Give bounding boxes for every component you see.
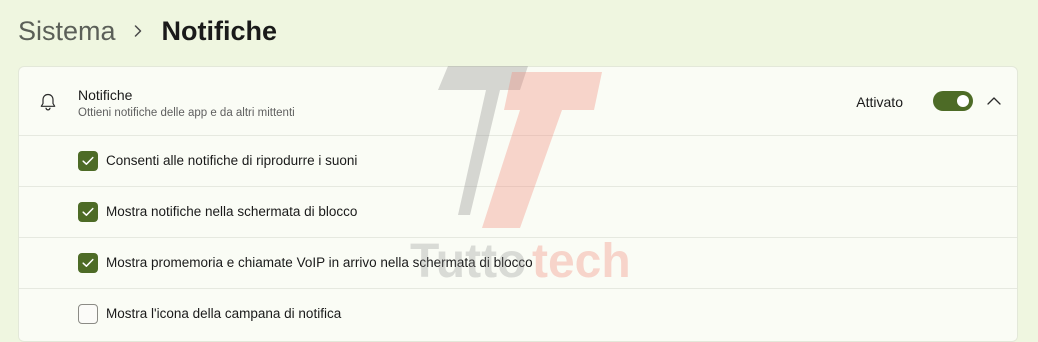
chevron-right-icon (132, 24, 144, 38)
checkbox-unchecked[interactable] (78, 304, 98, 324)
checkmark-icon (82, 207, 94, 217)
chevron-up-icon[interactable] (985, 92, 1003, 110)
option-row: Mostra l'icona della campana di notifica (19, 289, 1017, 340)
option-row: Consenti alle notifiche di riprodurre i … (19, 136, 1017, 187)
toggle-status-label: Attivato (856, 94, 903, 110)
option-row: Mostra promemoria e chiamate VoIP in arr… (19, 238, 1017, 289)
checkbox-checked[interactable] (78, 202, 98, 222)
option-label: Consenti alle notifiche di riprodurre i … (106, 153, 358, 168)
breadcrumb: Sistema Notifiche (18, 12, 277, 50)
notifications-title: Notifiche (78, 87, 133, 103)
option-label: Mostra notifiche nella schermata di bloc… (106, 204, 358, 219)
option-label: Mostra promemoria e chiamate VoIP in arr… (106, 255, 533, 270)
checkbox-checked[interactable] (78, 151, 98, 171)
checkmark-icon (82, 156, 94, 166)
notifications-subtitle: Ottieni notifiche delle app e da altri m… (78, 107, 295, 119)
bell-icon (38, 92, 58, 112)
checkmark-icon (82, 258, 94, 268)
page-title: Notifiche (161, 15, 278, 46)
notifications-card: Notifiche Ottieni notifiche delle app e … (18, 66, 1018, 342)
breadcrumb-parent-sistema[interactable]: Sistema (18, 16, 116, 47)
settings-page: Sistema Notifiche Notifiche Ottieni noti… (0, 0, 1038, 342)
notifications-toggle[interactable] (933, 91, 973, 111)
toggle-knob (957, 95, 969, 107)
option-label: Mostra l'icona della campana di notifica (106, 306, 342, 321)
notifications-header[interactable]: Notifiche Ottieni notifiche delle app e … (19, 67, 1017, 136)
checkbox-checked[interactable] (78, 253, 98, 273)
option-row: Mostra notifiche nella schermata di bloc… (19, 187, 1017, 238)
